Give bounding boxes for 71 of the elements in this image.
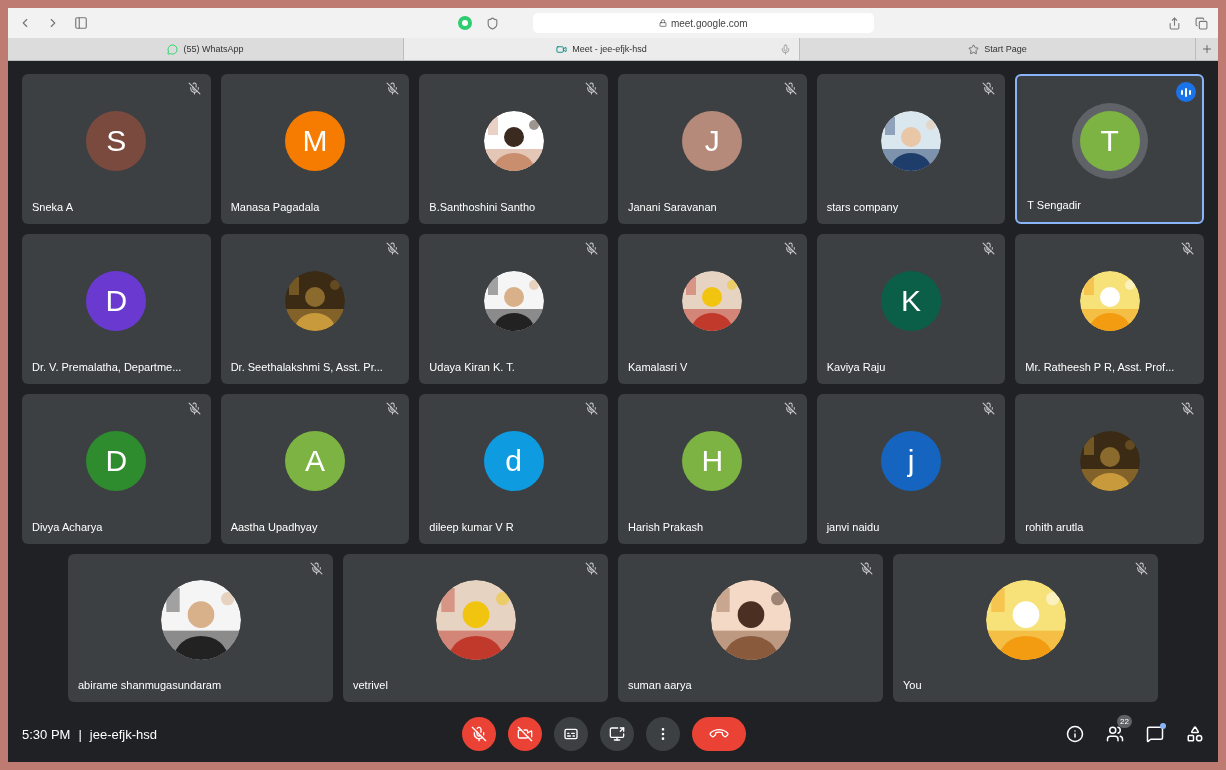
sidebar-icon[interactable] [74, 16, 88, 30]
leave-call-button[interactable] [692, 717, 746, 751]
shield-icon[interactable] [485, 16, 499, 30]
new-tab-icon[interactable] [1201, 43, 1213, 55]
share-icon[interactable] [1168, 16, 1181, 30]
participant-name: Dr. Seethalakshmi S, Asst. Pr... [230, 361, 383, 373]
avatar-initial: D [86, 271, 147, 331]
participant-count-badge: 22 [1117, 715, 1132, 728]
participant-name: Janani Saravanan [628, 201, 717, 213]
participant-name: Divya Acharya [32, 521, 103, 533]
participant-name: stars company [826, 201, 899, 213]
participant-name: rohith arutla [1025, 521, 1084, 533]
participant-name: Sneka A [32, 201, 73, 213]
star-icon [968, 43, 980, 55]
tab-label: Start Page [984, 44, 1027, 54]
people-button[interactable] [1106, 725, 1124, 743]
participant-name: T Sengadir [1027, 199, 1081, 211]
address-bar[interactable]: meet.google.com [532, 13, 874, 33]
participant-name: janvi naidu [826, 521, 880, 533]
participant-name: Aastha Upadhyay [230, 521, 318, 533]
lock-icon [658, 19, 667, 27]
activities-button[interactable] [1186, 725, 1204, 743]
browser-tab[interactable]: Meet - jee-efjk-hsd [404, 38, 800, 60]
avatar-initial: A [285, 431, 345, 491]
participant-name: B.Santhoshini Santho [429, 201, 536, 213]
mic-button[interactable] [462, 717, 496, 751]
participant-name: Mr. Ratheesh P R, Asst. Prof... [1025, 361, 1175, 373]
participant-name: Harish Prakash [628, 521, 704, 533]
captions-button[interactable] [554, 717, 588, 751]
avatar-initial: J [682, 111, 743, 171]
participant-name: You [903, 679, 922, 691]
participant-name: Udaya Kiran K. T. [429, 361, 515, 373]
avatar-initial: S [86, 111, 147, 171]
participant-name: Kamalasri V [628, 361, 688, 373]
separator: | [78, 726, 82, 742]
chat-button[interactable] [1146, 725, 1164, 743]
tab-label: (55) WhatsApp [183, 44, 244, 54]
participant-name: Kaviya Raju [826, 361, 886, 373]
participant-name: Dr. V. Premalatha, Departme... [32, 361, 182, 373]
participant-name: suman aarya [628, 679, 692, 691]
people-icon [1106, 725, 1124, 743]
notification-dot [1160, 723, 1166, 729]
present-screen-icon [609, 726, 625, 742]
tabs-icon[interactable] [1195, 16, 1208, 30]
microphone-icon [780, 43, 791, 55]
participant-name: dileep kumar V R [429, 521, 514, 533]
chat-bubble-icon [167, 43, 179, 55]
avatar-initial: M [285, 111, 345, 171]
avatar-initial: j [881, 431, 941, 491]
address-text: meet.google.com [670, 17, 748, 29]
shapes-icon [1186, 725, 1204, 743]
meeting-time: 5:30 PM [22, 726, 71, 742]
captions-icon [563, 726, 579, 742]
speaking-indicator-icon [1176, 82, 1196, 102]
tab-label: Meet - jee-efjk-hsd [572, 44, 647, 54]
avatar-initial: H [682, 431, 743, 491]
avatar-initial: K [881, 271, 941, 331]
chat-icon [1146, 725, 1164, 743]
meeting-code: jee-efjk-hsd [89, 726, 157, 742]
participant-name: vetrivel [353, 679, 388, 691]
info-icon [1066, 725, 1084, 743]
mic-off-icon [471, 726, 487, 742]
info-button[interactable] [1066, 725, 1084, 743]
participant-name: Manasa Pagadala [230, 201, 320, 213]
avatar-initial: D [86, 431, 147, 491]
avatar-initial: d [483, 431, 544, 491]
video-camera-icon [556, 43, 568, 55]
present-button[interactable] [600, 717, 634, 751]
camera-button[interactable] [508, 717, 542, 751]
participant-name: abirame shanmugasundaram [78, 679, 222, 691]
camera-off-icon [517, 726, 533, 742]
